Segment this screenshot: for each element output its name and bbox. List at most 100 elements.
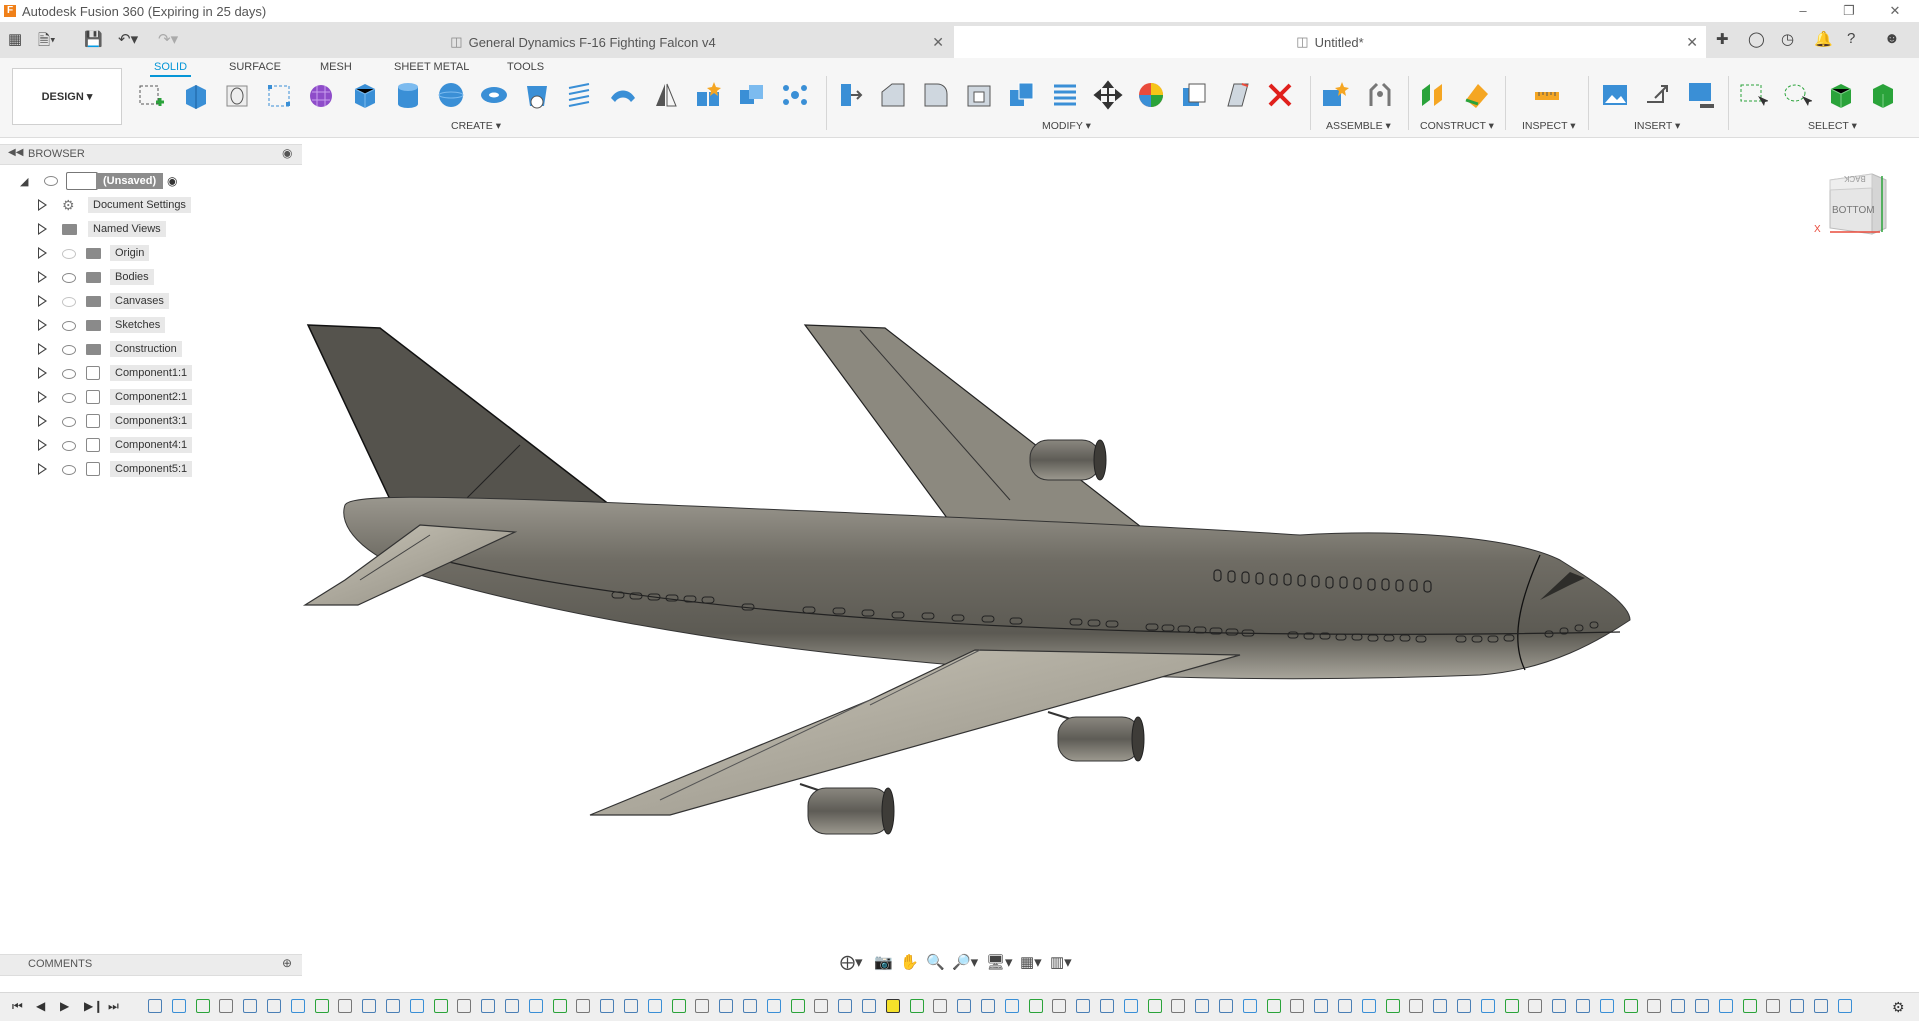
web-icon[interactable] — [608, 80, 638, 110]
scale-icon[interactable] — [1050, 80, 1080, 110]
timeline-feature-icon[interactable] — [1171, 999, 1186, 1013]
comments-panel[interactable]: COMMENTS ⊕ — [0, 954, 302, 976]
restore-button[interactable]: ❐ — [1826, 0, 1872, 22]
tree-root[interactable]: ◢ (Unsaved) ◉ — [0, 171, 302, 191]
expand-icon[interactable] — [38, 391, 47, 403]
assemble-group-label[interactable]: ASSEMBLE ▾ — [1326, 120, 1391, 132]
look-at-icon[interactable]: 📷 — [874, 953, 893, 971]
window-select-icon[interactable] — [1738, 80, 1768, 110]
timeline-play-icon[interactable]: ▶ — [60, 999, 69, 1013]
modify-group-label[interactable]: MODIFY ▾ — [1042, 120, 1091, 132]
pattern-icon[interactable] — [694, 80, 724, 110]
timeline-feature-icon[interactable] — [1004, 999, 1019, 1013]
timeline-feature-icon[interactable] — [243, 999, 258, 1013]
model-viewport[interactable] — [290, 300, 1650, 850]
pin-icon[interactable]: ◉ — [282, 146, 292, 160]
tree-item-origin[interactable]: Origin — [0, 243, 200, 263]
timeline-feature-icon[interactable] — [171, 999, 186, 1013]
workspace-switcher[interactable]: DESIGN ▾ — [12, 68, 122, 125]
expand-icon[interactable] — [38, 247, 47, 259]
form-icon[interactable] — [306, 80, 336, 110]
add-comment-icon[interactable]: ⊕ — [282, 956, 292, 970]
expand-icon[interactable] — [38, 319, 47, 331]
save-icon[interactable]: 💾 — [84, 30, 103, 48]
expand-icon[interactable] — [38, 343, 47, 355]
file-menu-icon[interactable]: 🗎▾ — [38, 30, 56, 55]
tab-mesh[interactable]: MESH — [316, 59, 356, 75]
job-status-icon[interactable]: ◷ — [1781, 30, 1794, 48]
new-tab-icon[interactable]: ✚ — [1716, 30, 1729, 48]
timeline-feature-icon[interactable] — [267, 999, 281, 1013]
zoom-icon[interactable]: 🔍 — [926, 953, 945, 971]
tree-item-named-views[interactable]: Named Views — [0, 219, 200, 239]
rectangular-pattern-icon[interactable] — [780, 80, 810, 110]
timeline-feature-icon[interactable] — [362, 999, 377, 1013]
collapse-root-icon[interactable]: ◢ — [20, 175, 28, 188]
activate-radio-icon[interactable]: ◉ — [167, 174, 177, 188]
timeline-feature-icon[interactable] — [505, 999, 519, 1013]
timeline-feature-icon[interactable] — [1123, 999, 1138, 1013]
visibility-eye-icon[interactable] — [62, 249, 76, 259]
timeline-feature-icon[interactable] — [1504, 999, 1519, 1013]
timeline-feature-icon[interactable] — [1409, 999, 1424, 1013]
timeline-feature-icon[interactable] — [1028, 999, 1043, 1013]
pan-icon[interactable]: ✋ — [900, 953, 919, 971]
revolve-icon[interactable] — [222, 80, 252, 110]
timeline-feature-icon[interactable] — [1385, 999, 1400, 1013]
coil-icon[interactable] — [522, 80, 552, 110]
browser-panel-header[interactable]: ◀◀ BROWSER ◉ — [0, 144, 302, 165]
timeline-settings-icon[interactable]: ⚙ — [1892, 999, 1905, 1016]
sweep-icon[interactable] — [264, 80, 294, 110]
close-tab-icon[interactable]: ✕ — [1686, 34, 1698, 51]
insert-mesh-icon[interactable] — [1643, 80, 1673, 110]
timeline-feature-icon[interactable] — [1338, 999, 1352, 1013]
pipe-icon[interactable] — [565, 80, 595, 110]
freeform-select-icon[interactable] — [1782, 80, 1812, 110]
physical-material-icon[interactable] — [1179, 80, 1209, 110]
timeline-feature-icon[interactable] — [1290, 999, 1305, 1013]
delete-icon[interactable] — [1265, 80, 1295, 110]
move-copy-icon[interactable] — [1093, 80, 1123, 110]
visibility-eye-icon[interactable] — [44, 176, 58, 186]
timeline-feature-icon[interactable] — [1314, 999, 1329, 1013]
extrude-icon[interactable] — [180, 80, 210, 110]
mirror-icon[interactable] — [651, 80, 681, 110]
timeline-feature-icon[interactable] — [647, 999, 662, 1013]
timeline-feature-icon[interactable] — [314, 999, 329, 1013]
extensions-icon[interactable]: ◯ — [1748, 30, 1765, 48]
timeline-feature-icon[interactable] — [885, 999, 900, 1013]
tab-surface[interactable]: SURFACE — [225, 59, 285, 75]
notifications-icon[interactable]: 🔔 — [1814, 30, 1833, 48]
timeline-feature-icon[interactable] — [1695, 999, 1709, 1013]
press-pull-icon[interactable] — [835, 80, 865, 110]
tree-item-construction[interactable]: Construction — [0, 339, 200, 359]
visibility-eye-icon[interactable] — [62, 369, 76, 379]
timeline-feature-icon[interactable] — [766, 999, 781, 1013]
timeline-features[interactable] — [148, 999, 1868, 1015]
visibility-eye-icon[interactable] — [62, 393, 76, 403]
insert-decal-icon[interactable] — [1686, 80, 1716, 110]
timeline-feature-icon[interactable] — [1599, 999, 1614, 1013]
expand-icon[interactable] — [38, 367, 47, 379]
timeline-feature-icon[interactable] — [862, 999, 876, 1013]
offset-plane-icon[interactable] — [1418, 80, 1448, 110]
app-grid-icon[interactable]: ▦ — [8, 30, 22, 48]
tree-item-canvases[interactable]: Canvases — [0, 291, 200, 311]
select-group-label[interactable]: SELECT ▾ — [1808, 120, 1857, 132]
timeline-feature-icon[interactable] — [576, 999, 591, 1013]
appearance-icon[interactable] — [1136, 80, 1166, 110]
timeline-feature-icon[interactable] — [1100, 999, 1114, 1013]
help-icon[interactable]: ? — [1847, 30, 1855, 47]
create-group-label[interactable]: CREATE ▾ — [451, 120, 501, 132]
timeline-feature-icon[interactable] — [1528, 999, 1543, 1013]
timeline-feature-icon[interactable] — [790, 999, 805, 1013]
expand-icon[interactable] — [38, 439, 47, 451]
timeline-feature-icon[interactable] — [290, 999, 305, 1013]
timeline-feature-icon[interactable] — [1790, 999, 1805, 1013]
expand-icon[interactable] — [38, 223, 47, 235]
replace-face-icon[interactable] — [1222, 80, 1252, 110]
tab-solid[interactable]: SOLID — [150, 59, 192, 77]
visibility-eye-icon[interactable] — [62, 465, 76, 475]
view-cube[interactable]: BACK BOTTOM X — [1814, 166, 1890, 236]
create-sketch-icon[interactable] — [136, 80, 166, 110]
